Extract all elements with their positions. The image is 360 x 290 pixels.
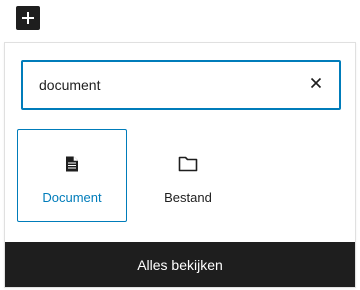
search-box bbox=[21, 60, 341, 110]
block-inserter-popover: Document Bestand Alles bekijken bbox=[4, 42, 356, 288]
clear-search-button[interactable] bbox=[298, 67, 334, 103]
block-item-label: Bestand bbox=[164, 190, 212, 205]
folder-icon bbox=[178, 152, 198, 176]
browse-all-label: Alles bekijken bbox=[137, 256, 223, 273]
inserter-toggle-button[interactable] bbox=[16, 6, 40, 30]
close-icon bbox=[310, 76, 322, 94]
block-item-label: Document bbox=[42, 190, 102, 205]
browse-all-button[interactable]: Alles bekijken bbox=[5, 242, 355, 287]
search-input[interactable] bbox=[23, 62, 298, 108]
block-item-document[interactable]: Document bbox=[17, 129, 127, 222]
plus-icon bbox=[20, 10, 36, 26]
document-icon bbox=[65, 152, 79, 176]
block-results-list: Document Bestand bbox=[17, 129, 249, 222]
block-item-bestand[interactable]: Bestand bbox=[133, 129, 243, 222]
